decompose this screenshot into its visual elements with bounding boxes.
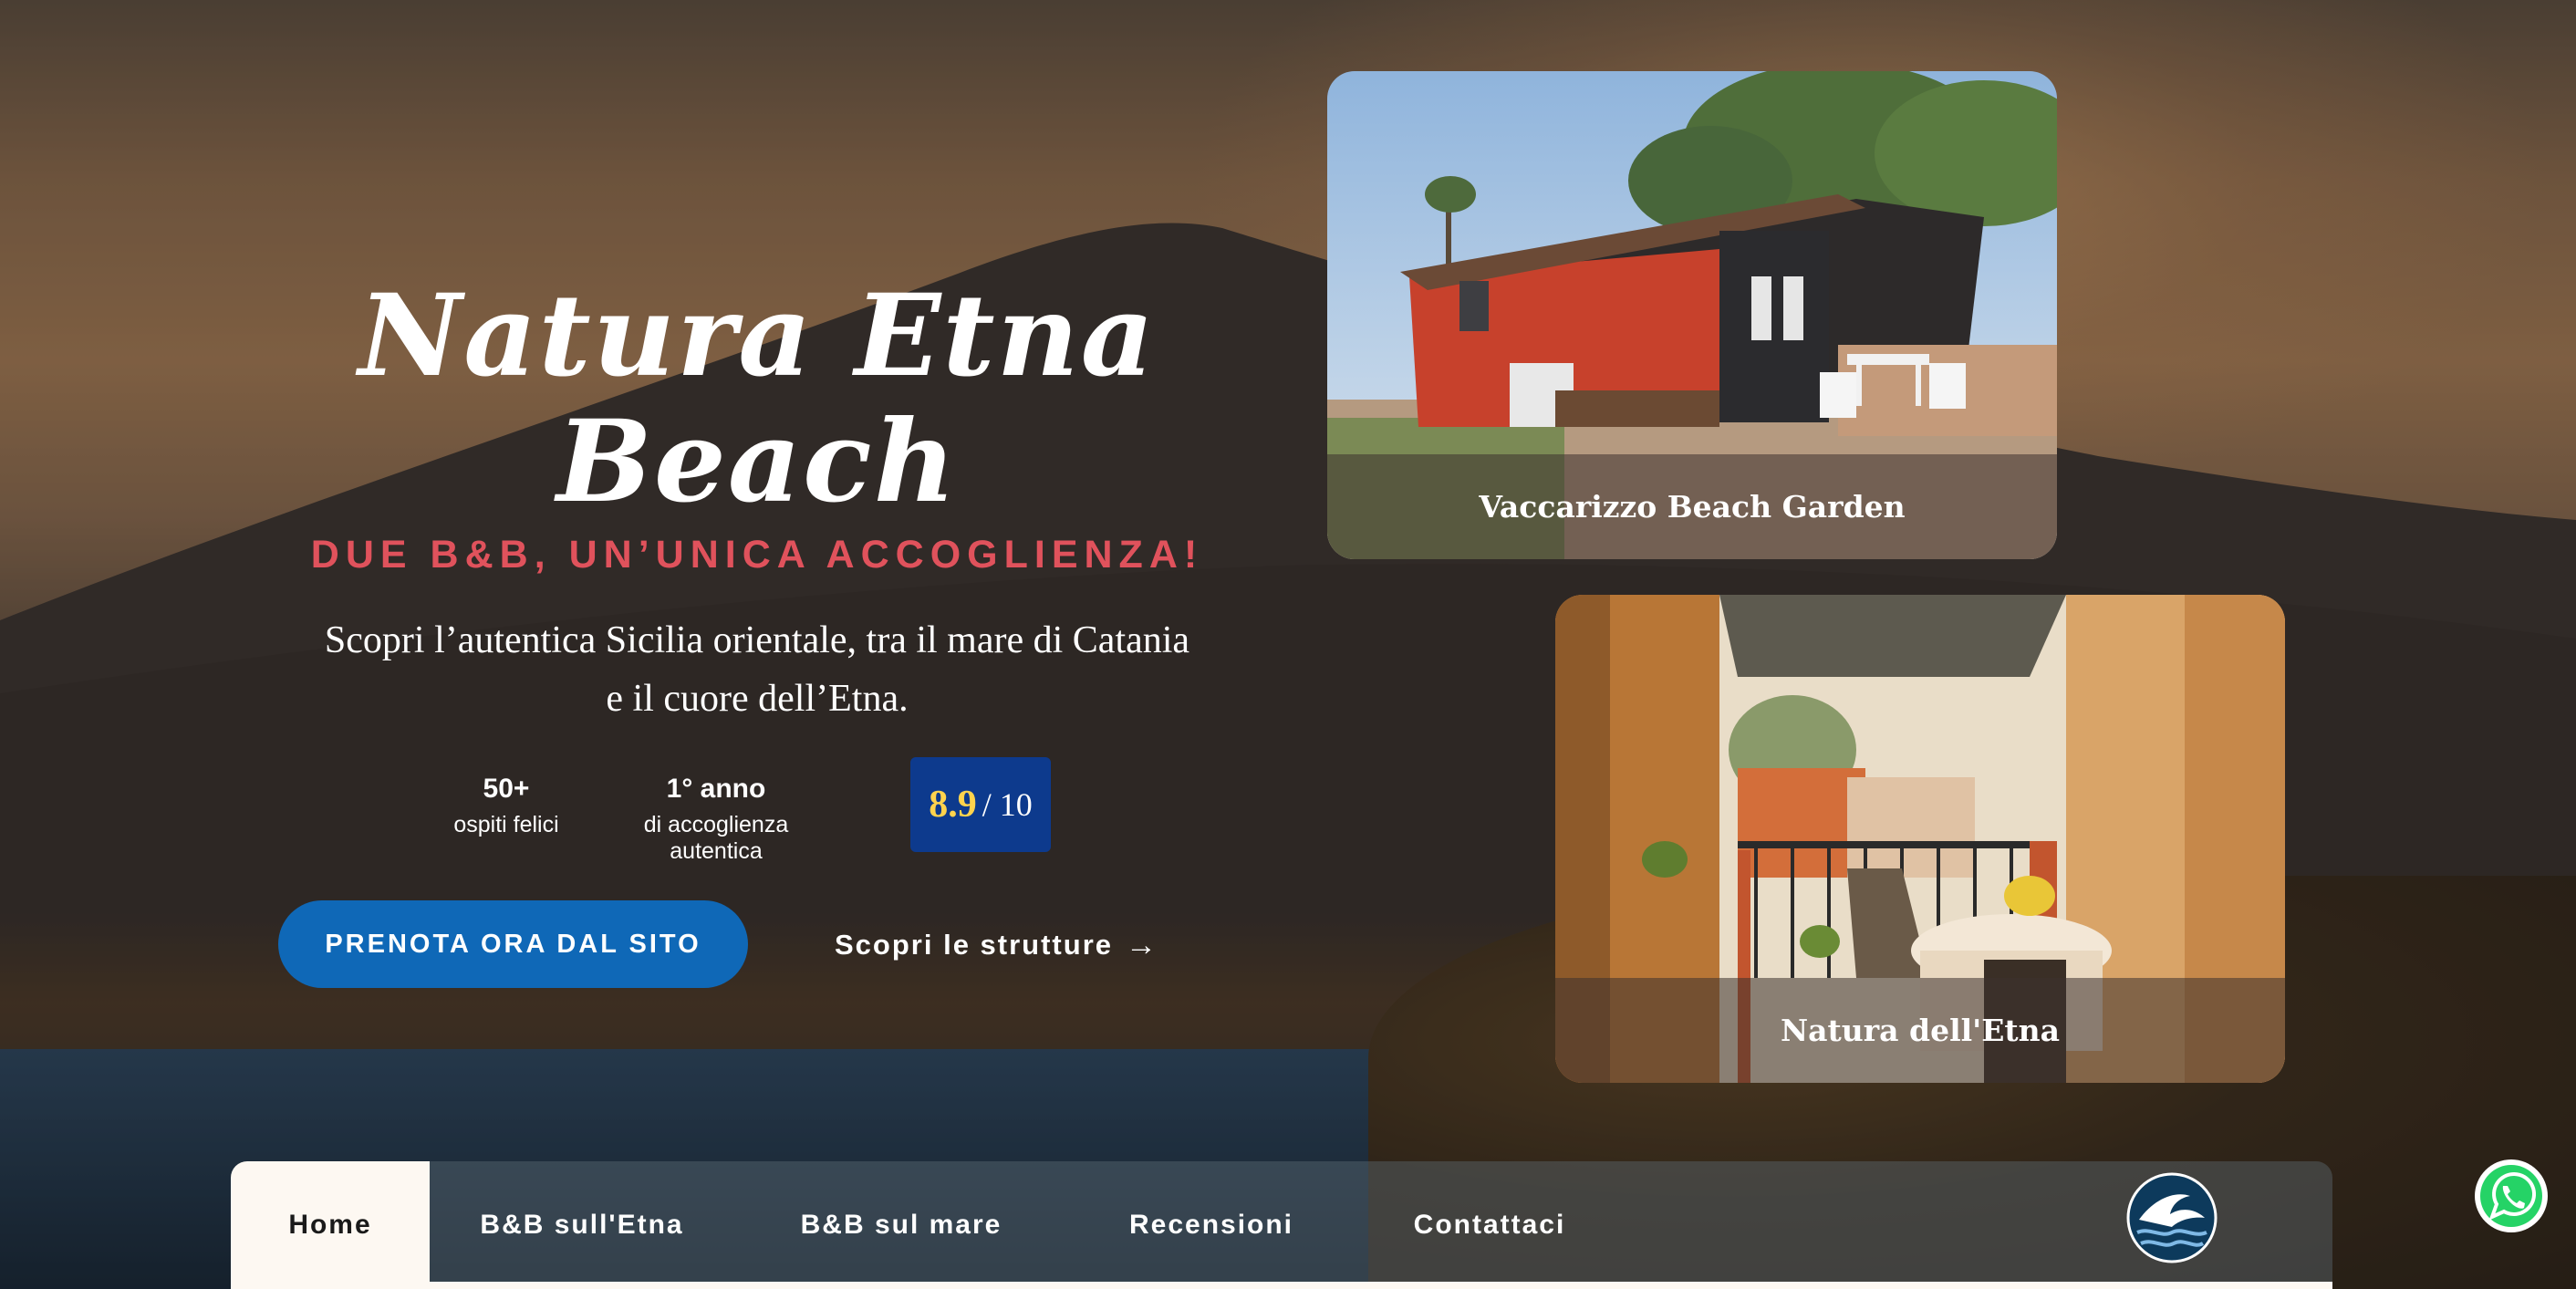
nav-item-recensioni[interactable]: Recensioni [1106, 1161, 1316, 1289]
rating-score: 8.9 [929, 784, 977, 826]
card-natura-etna[interactable]: Natura dell'Etna [1555, 595, 2285, 1083]
arrow-right-icon: → [1126, 927, 1158, 962]
hero-description-line1: Scopri l’autentica Sicilia orientale, tr… [324, 619, 1190, 661]
stat-label: ospiti felici [453, 812, 559, 837]
nav-item-contattaci[interactable]: Contattaci [1389, 1161, 1590, 1289]
stat-value: 1° anno [666, 774, 766, 804]
rating-badge: 8.9 / 10 [910, 757, 1051, 852]
stat-label: di accoglienza autentica [643, 812, 789, 864]
main-nav: Home B&B sull'Etna B&B sul mare Recensio… [231, 1161, 2332, 1289]
whatsapp-icon[interactable] [2472, 1157, 2550, 1235]
stat-guests: 50+ ospiti felici [429, 774, 584, 838]
nav-item-bb-etna[interactable]: B&B sull'Etna [468, 1161, 696, 1289]
hero-title: Natura Etna Beach [301, 274, 1213, 525]
hero-title-line2: Beach [556, 396, 958, 528]
card-caption: Natura dell'Etna [1555, 978, 2285, 1083]
discover-structures-label: Scopri le strutture [835, 929, 1113, 961]
stats-row: 50+ ospiti felici 1° anno di accoglienza… [429, 757, 1085, 864]
card-vaccarizzo[interactable]: Vaccarizzo Beach Garden [1327, 71, 2057, 559]
hero-description-line2: e il cuore dell’Etna. [606, 678, 909, 720]
card-caption: Vaccarizzo Beach Garden [1327, 454, 2057, 559]
stat-value: 50+ [483, 774, 530, 804]
book-now-button[interactable]: PRENOTA ORA DAL SITO [278, 900, 748, 988]
discover-structures-link[interactable]: Scopri le strutture → [835, 923, 1158, 967]
hero-title-line1: Natura Etna [358, 270, 1157, 402]
nav-item-bb-mare[interactable]: B&B sul mare [787, 1161, 1015, 1289]
stat-year: 1° anno di accoglienza autentica [602, 774, 830, 865]
hero-description: Scopri l’autentica Sicilia orientale, tr… [255, 611, 1259, 728]
rating-scale: / 10 [982, 786, 1033, 823]
hero-subtitle: DUE B&B, UN’UNICA ACCOGLIENZA! [310, 533, 1204, 577]
nav-divider [231, 1282, 2332, 1289]
wave-logo-icon[interactable] [2126, 1172, 2218, 1263]
nav-item-home[interactable]: Home [231, 1161, 430, 1289]
